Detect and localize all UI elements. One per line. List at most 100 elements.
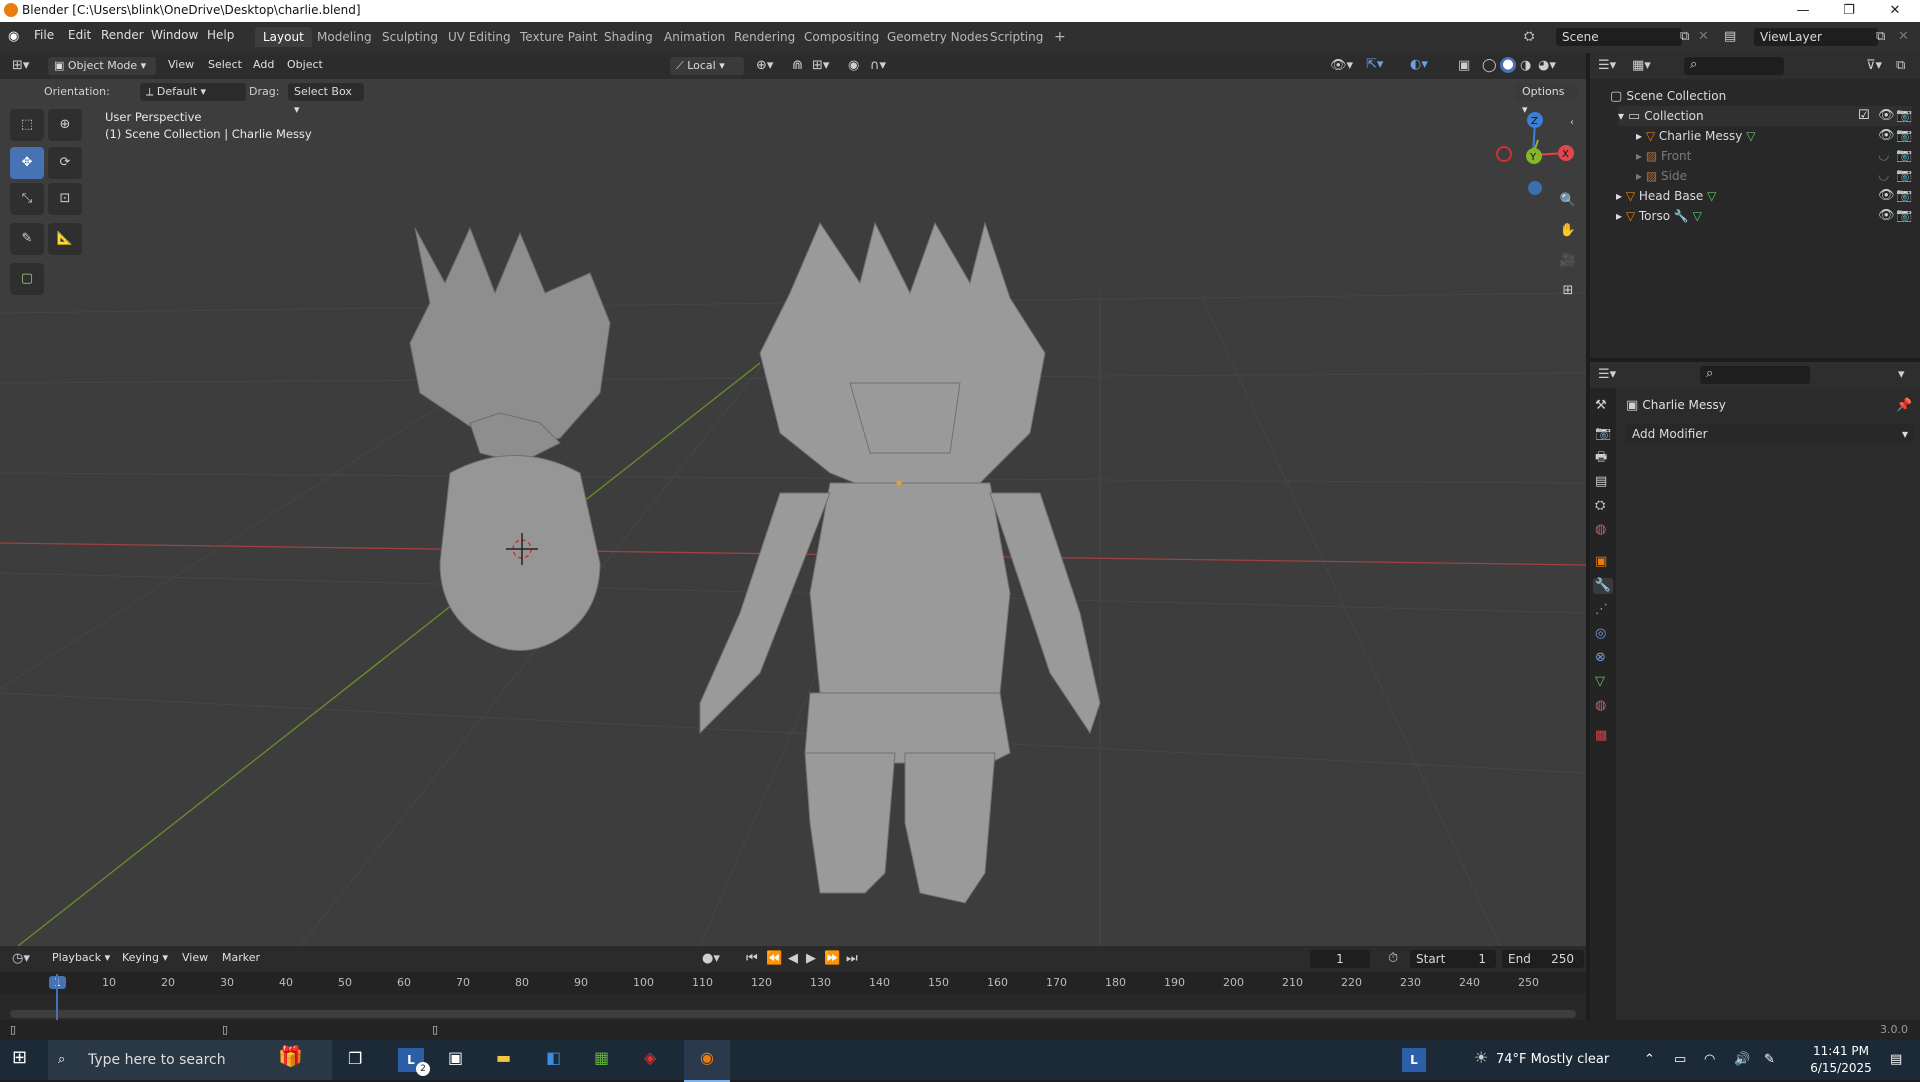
properties-search-input[interactable]: ⌕ bbox=[1700, 366, 1810, 384]
outliner-item-front[interactable]: ▸ ▨ Front bbox=[1636, 146, 1691, 166]
timeline-scrollbar[interactable] bbox=[10, 1010, 1576, 1018]
solid-shading-icon[interactable]: ● bbox=[1500, 57, 1516, 73]
play-icon[interactable]: ▶ bbox=[806, 951, 816, 967]
tab-modeling[interactable]: Modeling bbox=[309, 27, 380, 47]
delete-scene-icon[interactable]: ✕ bbox=[1698, 29, 1709, 45]
xray-toggle-icon[interactable]: ▣ bbox=[1458, 58, 1470, 74]
tab-sculpting[interactable]: Sculpting bbox=[374, 27, 446, 47]
add-workspace-button[interactable]: + bbox=[1046, 27, 1074, 47]
new-view-layer-icon[interactable]: ⧉ bbox=[1876, 29, 1885, 45]
constraints-tab-icon[interactable]: ⊗ bbox=[1595, 650, 1606, 666]
transform-orientation-dropdown[interactable]: ⟋ Local ▾ bbox=[670, 57, 744, 75]
play-reverse-icon[interactable]: ◀ bbox=[788, 951, 798, 967]
material-shading-icon[interactable]: ◑ bbox=[1520, 58, 1531, 74]
pin-icon[interactable]: 📌 bbox=[1896, 398, 1912, 414]
gizmo-toggle-icon[interactable]: ⇱▾ bbox=[1366, 57, 1383, 73]
windows-start-icon[interactable]: ⊞ bbox=[12, 1049, 27, 1067]
side-hidden-icon[interactable]: ◡ bbox=[1878, 168, 1889, 184]
tab-rendering[interactable]: Rendering bbox=[726, 27, 803, 47]
falloff-icon[interactable]: ∩▾ bbox=[870, 58, 886, 74]
outliner-item-charlie-messy[interactable]: ▸ ▽ Charlie Messy ▽ bbox=[1636, 126, 1755, 146]
collection-camera-icon[interactable]: 📷 bbox=[1896, 108, 1912, 124]
outliner-editor-type-icon[interactable]: ☰▾ bbox=[1598, 58, 1616, 74]
charlie-eye-icon[interactable]: 👁 bbox=[1878, 128, 1895, 144]
notifications-icon[interactable]: ▤ bbox=[1890, 1052, 1902, 1068]
texture-tab-icon[interactable]: ▩ bbox=[1595, 728, 1607, 744]
weather-text[interactable]: 74°F Mostly clear bbox=[1496, 1052, 1609, 1067]
view-layer-tab-icon[interactable]: ▤ bbox=[1595, 474, 1607, 490]
outliner-search-input[interactable]: ⌕ bbox=[1684, 57, 1784, 75]
tray-chevron-icon[interactable]: ⌃ bbox=[1644, 1052, 1655, 1068]
minecraft-icon[interactable]: ▦ bbox=[594, 1050, 609, 1066]
jump-start-icon[interactable]: ⏮ bbox=[746, 951, 758, 967]
outliner-item-head-base[interactable]: ▸ ▽ Head Base ▽ bbox=[1616, 186, 1716, 206]
visibility-selectability-icon[interactable]: 👁▾ bbox=[1330, 58, 1353, 74]
head-base-eye-icon[interactable]: 👁 bbox=[1878, 188, 1895, 204]
menu-marker[interactable]: Marker bbox=[222, 951, 260, 964]
properties-options-icon[interactable]: ▾ bbox=[1898, 367, 1905, 383]
outliner-item-torso[interactable]: ▸ ▽ Torso 🔧 ▽ bbox=[1616, 206, 1702, 226]
annotate-tool[interactable]: ✎ bbox=[10, 223, 44, 255]
file-explorer-icon[interactable]: ▬ bbox=[496, 1050, 511, 1066]
overlays-toggle-icon[interactable]: ◐▾ bbox=[1410, 57, 1428, 73]
wifi-icon[interactable]: ◠ bbox=[1704, 1052, 1715, 1068]
close-button[interactable]: ✕ bbox=[1872, 0, 1918, 22]
render-tab-icon[interactable]: 📷 bbox=[1595, 426, 1611, 442]
view-layer-icon[interactable]: ▤ bbox=[1724, 29, 1736, 45]
meet-icon[interactable]: ▭ bbox=[1674, 1052, 1686, 1068]
snap-magnet-icon[interactable]: ⋒ bbox=[792, 58, 803, 74]
rotate-tool[interactable]: ⟳ bbox=[48, 147, 82, 179]
front-camera-icon[interactable]: 📷 bbox=[1896, 148, 1912, 164]
menu-view[interactable]: View bbox=[168, 58, 194, 71]
menu-render[interactable]: Render bbox=[101, 28, 144, 42]
menu-select[interactable]: Select bbox=[208, 58, 242, 71]
menu-edit[interactable]: Edit bbox=[68, 28, 91, 42]
sidebar-toggle-icon[interactable]: ‹ bbox=[1570, 115, 1574, 131]
menu-object[interactable]: Object bbox=[287, 58, 323, 71]
editor-type-icon[interactable]: ⊞▾ bbox=[12, 58, 29, 74]
current-frame-field[interactable]: 1 bbox=[1310, 950, 1370, 968]
perspective-toggle-icon[interactable]: ⊞ bbox=[1554, 283, 1582, 311]
pen-icon[interactable]: ✎ bbox=[1764, 1052, 1775, 1068]
store-icon[interactable]: ◧ bbox=[546, 1050, 561, 1066]
head-base-camera-icon[interactable]: 📷 bbox=[1896, 188, 1912, 204]
menu-add[interactable]: Add bbox=[253, 58, 274, 71]
scene-icon[interactable]: ⛭ bbox=[1524, 29, 1534, 45]
timeline-menu-view[interactable]: View bbox=[182, 951, 208, 964]
task-view-icon[interactable]: ❐ bbox=[348, 1051, 362, 1067]
proportional-edit-icon[interactable]: ◉ bbox=[848, 58, 859, 74]
options-dropdown[interactable]: Options ▾ bbox=[1516, 83, 1578, 116]
measure-tool[interactable]: 📐 bbox=[48, 223, 82, 255]
volume-icon[interactable]: 🔊 bbox=[1734, 1052, 1750, 1068]
move-tool[interactable]: ✥ bbox=[10, 147, 44, 179]
scene-tab-icon[interactable]: ⛭ bbox=[1595, 498, 1605, 514]
auto-keying-icon[interactable]: ●▾ bbox=[702, 951, 720, 967]
tab-shading[interactable]: Shading bbox=[596, 27, 661, 47]
data-tab-icon[interactable]: ▽ bbox=[1595, 674, 1605, 690]
weather-icon[interactable]: ☀ bbox=[1474, 1050, 1488, 1066]
select-box-tool[interactable]: ⬚ bbox=[10, 109, 44, 141]
tab-geometry-nodes[interactable]: Geometry Nodes bbox=[879, 27, 996, 47]
tab-compositing[interactable]: Compositing bbox=[796, 27, 887, 47]
menu-window[interactable]: Window bbox=[151, 28, 198, 42]
particles-tab-icon[interactable]: ⋰ bbox=[1595, 602, 1608, 618]
orientation-dropdown[interactable]: ⟂ Default ▾ bbox=[140, 83, 246, 101]
jump-keyframe-back-icon[interactable]: ⏪ bbox=[766, 951, 782, 967]
tab-texture-paint[interactable]: Texture Paint bbox=[512, 27, 605, 47]
blender-menu-icon[interactable]: ◉ bbox=[8, 29, 19, 45]
front-hidden-icon[interactable]: ◡ bbox=[1878, 148, 1889, 164]
end-frame-field[interactable]: End 250 bbox=[1502, 950, 1584, 968]
snap-increment-icon[interactable]: ⊞▾ bbox=[812, 58, 829, 74]
scale-tool[interactable]: ⤡ bbox=[10, 183, 44, 215]
tab-animation[interactable]: Animation bbox=[656, 27, 733, 47]
display-mode-icon[interactable]: ▦▾ bbox=[1632, 58, 1651, 74]
material-tab-icon[interactable]: ◍ bbox=[1595, 698, 1606, 714]
start-frame-field[interactable]: Start 1 bbox=[1410, 950, 1496, 968]
tab-uv-editing[interactable]: UV Editing bbox=[440, 27, 519, 47]
mode-dropdown[interactable]: ▣ Object Mode ▾ bbox=[48, 57, 156, 75]
transform-tool[interactable]: ⊡ bbox=[48, 183, 82, 215]
jump-end-icon[interactable]: ⏭ bbox=[846, 951, 858, 967]
3d-viewport[interactable]: ⊞▾ ▣ Object Mode ▾ View Select Add Objec… bbox=[0, 53, 1586, 946]
output-tab-icon[interactable]: 🖶 bbox=[1595, 450, 1607, 466]
physics-tab-icon[interactable]: ◎ bbox=[1595, 626, 1606, 642]
